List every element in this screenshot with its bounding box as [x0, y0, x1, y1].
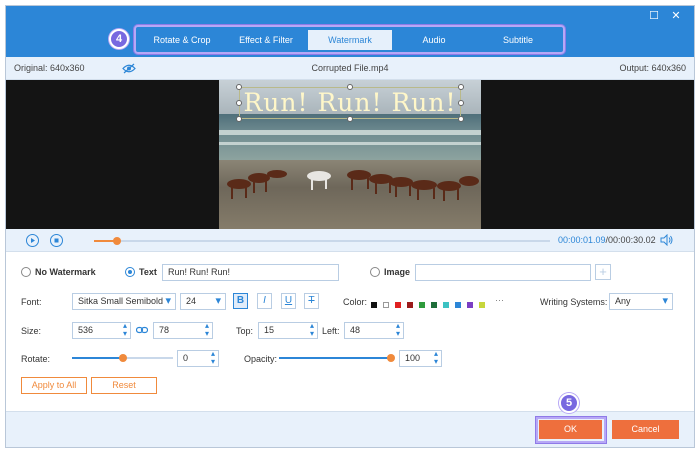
info-row: Corrupted File.mp4 Original: 640x360 Out… — [6, 57, 694, 80]
image-watermark-radio[interactable] — [370, 267, 380, 277]
cancel-button[interactable]: Cancel — [612, 420, 679, 439]
watermark-text-box[interactable]: Run! Run! Run! — [239, 87, 461, 119]
text-watermark-label: Text — [139, 267, 157, 277]
color-swatch[interactable] — [371, 302, 377, 308]
volume-icon[interactable] — [660, 234, 673, 246]
timecode: 00:00:01.09/00:00:30.02 — [558, 235, 656, 245]
timeline-track[interactable] — [94, 237, 550, 245]
resize-handle[interactable] — [236, 116, 242, 122]
stop-button[interactable] — [50, 234, 63, 247]
font-size-value: 24 — [186, 296, 197, 306]
image-path-input[interactable] — [415, 264, 591, 281]
color-swatch[interactable] — [431, 302, 437, 308]
editor-window: ☐ ✕ Rotate & Crop Effect & Filter Waterm… — [5, 5, 695, 448]
color-swatch[interactable] — [479, 302, 485, 308]
color-swatch[interactable] — [419, 302, 425, 308]
play-icon — [31, 238, 35, 243]
underline-button[interactable]: U — [281, 293, 296, 309]
playback-bar: 00:00:01.09/00:00:30.02 — [6, 229, 694, 252]
rotate-label: Rotate: — [21, 354, 51, 364]
no-watermark-label: No Watermark — [35, 267, 96, 277]
color-swatch[interactable] — [395, 302, 401, 308]
reset-button[interactable]: Reset — [91, 377, 157, 394]
step-badge-4: 4 — [109, 29, 129, 49]
rotate-slider-fill — [72, 357, 123, 359]
rotate-stepper[interactable]: 0 — [177, 350, 219, 367]
color-swatch[interactable] — [467, 302, 473, 308]
resize-handle[interactable] — [458, 84, 464, 90]
stop-icon — [54, 238, 59, 243]
color-label: Color: — [343, 297, 368, 307]
original-resolution: Original: 640x360 — [14, 63, 85, 73]
size-label: Size: — [21, 326, 42, 336]
resize-handle[interactable] — [458, 116, 464, 122]
height-stepper[interactable]: 78 — [153, 322, 213, 339]
writing-systems-label: Writing Systems: — [540, 297, 608, 307]
tab-bar: Rotate & Crop Effect & Filter Watermark … — [140, 30, 560, 50]
tab-audio[interactable]: Audio — [392, 30, 476, 50]
top-label: Top: — [236, 326, 254, 336]
resize-handle[interactable] — [347, 84, 353, 90]
tab-effect-filter[interactable]: Effect & Filter — [224, 30, 308, 50]
font-size-select[interactable]: 24 — [180, 293, 226, 310]
writing-systems-select[interactable]: Any — [609, 293, 673, 310]
eye-icon[interactable] — [122, 63, 136, 74]
maximize-icon[interactable]: ☐ — [648, 10, 660, 22]
tab-rotate-crop[interactable]: Rotate & Crop — [140, 30, 224, 50]
color-swatch[interactable] — [443, 302, 449, 308]
opacity-slider-fill — [279, 357, 391, 359]
strikethrough-button[interactable]: T — [304, 293, 319, 309]
bold-button[interactable]: B — [233, 293, 248, 309]
file-name: Corrupted File.mp4 — [311, 63, 389, 73]
font-family-value: Sitka Small Semibold — [78, 296, 164, 306]
resize-handle[interactable] — [236, 100, 242, 106]
left-label: Left: — [322, 326, 340, 336]
color-swatch[interactable] — [383, 302, 389, 308]
timeline-handle[interactable] — [112, 237, 121, 245]
video-wave — [219, 142, 481, 145]
watermark-preview-text: Run! Run! Run! — [243, 88, 457, 117]
opacity-stepper[interactable]: 100 — [399, 350, 442, 367]
image-watermark-label: Image — [384, 267, 411, 277]
rotate-slider[interactable] — [72, 354, 173, 362]
step-badge-5: 5 — [559, 393, 579, 413]
font-family-select[interactable]: Sitka Small Semibold — [72, 293, 176, 310]
resize-handle[interactable] — [236, 84, 242, 90]
left-stepper[interactable]: 48 — [344, 322, 404, 339]
watermark-text-input[interactable]: Run! Run! Run! — [162, 264, 339, 281]
opacity-slider[interactable] — [279, 354, 395, 362]
resize-handle[interactable] — [458, 100, 464, 106]
tab-subtitle[interactable]: Subtitle — [476, 30, 560, 50]
writing-systems-value: Any — [615, 296, 631, 306]
rotate-slider-handle[interactable] — [118, 354, 127, 362]
close-icon[interactable]: ✕ — [670, 10, 682, 22]
color-swatch[interactable] — [455, 302, 461, 308]
resize-handle[interactable] — [347, 116, 353, 122]
opacity-slider-handle[interactable] — [387, 354, 395, 362]
width-stepper[interactable]: 536 — [72, 322, 131, 339]
total-time: /00:00:30.02 — [605, 235, 656, 245]
link-icon[interactable] — [136, 325, 148, 335]
color-swatch[interactable] — [407, 302, 413, 308]
play-button[interactable] — [26, 234, 39, 247]
italic-button[interactable]: I — [257, 293, 272, 309]
apply-to-all-button[interactable]: Apply to All — [21, 377, 87, 394]
horses-image — [227, 170, 479, 201]
opacity-label: Opacity: — [244, 354, 278, 364]
more-colors-button[interactable]: ··· — [495, 295, 504, 305]
no-watermark-radio[interactable] — [21, 267, 31, 277]
output-resolution: Output: 640x360 — [619, 63, 686, 73]
video-wave — [219, 130, 481, 135]
current-time: 00:00:01.09 — [558, 235, 606, 245]
tab-watermark[interactable]: Watermark — [308, 30, 392, 50]
ok-button[interactable]: OK — [539, 420, 602, 439]
top-stepper[interactable]: 15 — [258, 322, 318, 339]
text-watermark-radio[interactable] — [125, 267, 135, 277]
font-label: Font: — [21, 297, 42, 307]
add-image-button[interactable]: + — [595, 264, 611, 280]
